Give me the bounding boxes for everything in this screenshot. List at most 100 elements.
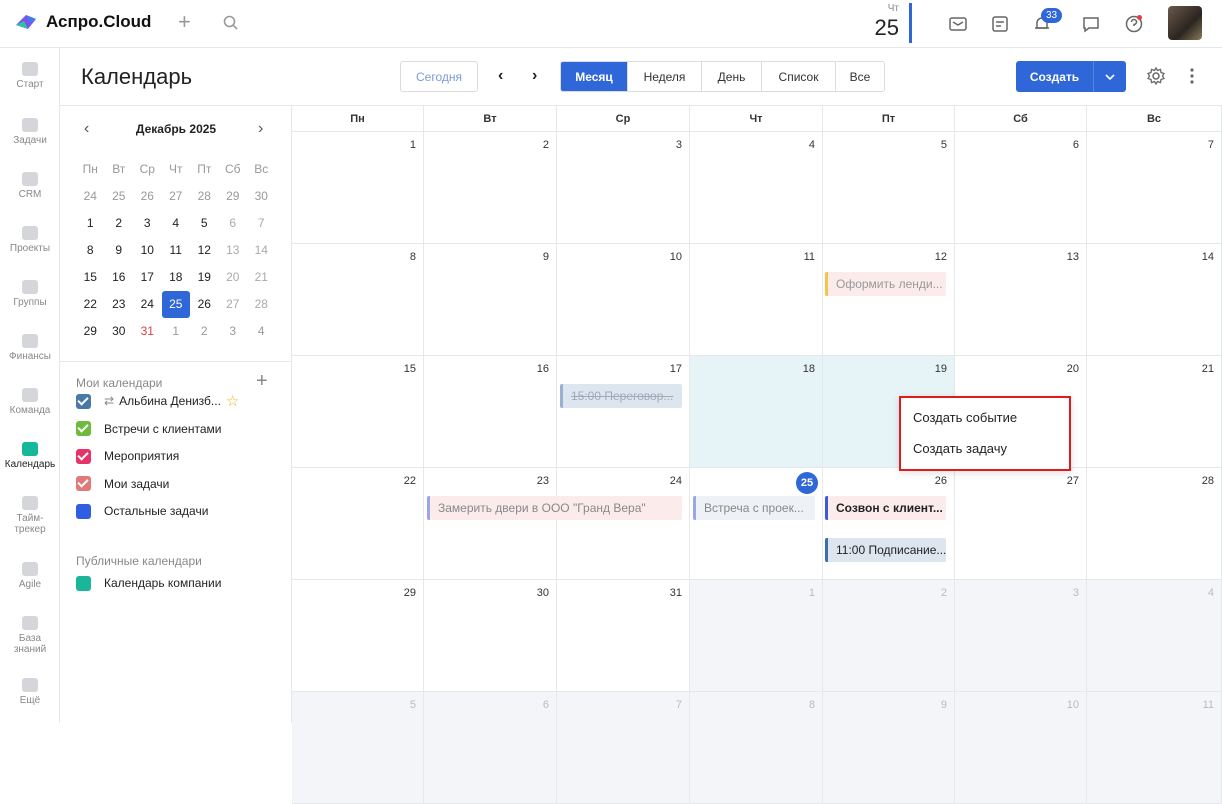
day-cell[interactable]: 11 <box>1087 692 1222 804</box>
user-avatar[interactable] <box>1168 6 1202 40</box>
day-cell[interactable]: 14 <box>1087 244 1222 356</box>
notes-icon[interactable] <box>990 14 1010 34</box>
calendar-event[interactable]: Встреча с проек... <box>693 496 815 520</box>
day-cell[interactable]: 3 <box>955 580 1087 692</box>
mini-day[interactable]: 19 <box>190 264 219 291</box>
nav-projects[interactable]: Проекты <box>0 226 60 254</box>
mini-next-icon[interactable]: › <box>258 120 263 138</box>
day-cell[interactable]: 2 <box>823 580 955 692</box>
view-month-button[interactable]: Месяц <box>561 62 628 91</box>
day-cell[interactable]: 28 <box>1087 468 1222 580</box>
nav-groups[interactable]: Группы <box>0 280 60 308</box>
calendar-item[interactable]: Мои задачи <box>76 475 169 493</box>
day-cell[interactable]: 12 <box>823 244 955 356</box>
create-task-item[interactable]: Создать задачу <box>913 441 1007 456</box>
calendar-item[interactable]: Календарь компании <box>76 574 221 592</box>
mini-day[interactable]: 27 <box>162 183 191 210</box>
nav-finance[interactable]: Финансы <box>0 334 60 362</box>
mini-day[interactable]: 3 <box>133 210 162 237</box>
star-icon[interactable]: ☆ <box>226 392 239 410</box>
today-button[interactable]: Сегодня <box>400 61 478 92</box>
mini-day[interactable]: 31 <box>133 318 162 345</box>
mini-day[interactable]: 2 <box>105 210 134 237</box>
mini-day[interactable]: 9 <box>105 237 134 264</box>
nav-knowledge[interactable]: База знаний <box>0 616 60 655</box>
day-cell[interactable]: 10 <box>557 244 690 356</box>
day-cell[interactable]: 6 <box>955 132 1087 244</box>
mini-day[interactable]: 25 <box>105 183 134 210</box>
nav-timetracker[interactable]: Тайм-трекер <box>0 496 60 535</box>
nav-team[interactable]: Команда <box>0 388 60 416</box>
app-logo[interactable]: Аспро.Cloud <box>14 12 151 32</box>
day-cell[interactable]: 16 <box>424 356 557 468</box>
day-cell[interactable]: 17 <box>557 356 690 468</box>
nav-calendar[interactable]: Календарь <box>0 442 60 470</box>
day-cell[interactable]: 23 <box>424 468 557 580</box>
nav-start[interactable]: Старт <box>0 62 60 90</box>
calendar-checkbox[interactable] <box>76 575 91 591</box>
day-cell[interactable]: 1 <box>690 580 823 692</box>
day-cell[interactable]: 1 <box>292 132 424 244</box>
nav-more[interactable]: Ещё <box>0 678 60 706</box>
mini-day[interactable]: 26 <box>190 291 219 318</box>
day-cell[interactable]: 4 <box>1087 580 1222 692</box>
calendar-event[interactable]: Оформить ленди... <box>825 272 946 296</box>
day-cell[interactable]: 7 <box>1087 132 1222 244</box>
mini-day[interactable]: 29 <box>219 183 248 210</box>
day-cell[interactable]: 31 <box>557 580 690 692</box>
prev-month-icon[interactable]: ‹ <box>498 67 503 85</box>
mini-day[interactable]: 15 <box>76 264 105 291</box>
next-month-icon[interactable]: › <box>532 67 537 85</box>
mini-day[interactable]: 24 <box>133 291 162 318</box>
mini-day[interactable]: 12 <box>190 237 219 264</box>
day-cell[interactable]: 30 <box>424 580 557 692</box>
mini-day[interactable]: 28 <box>190 183 219 210</box>
mini-day[interactable]: 27 <box>219 291 248 318</box>
day-cell[interactable]: 2 <box>424 132 557 244</box>
calendar-event[interactable]: 15:00 Переговор... <box>560 384 682 408</box>
create-event-item[interactable]: Создать событие <box>913 410 1017 425</box>
day-cell[interactable]: 9 <box>823 692 955 804</box>
mini-day[interactable]: 6 <box>219 210 248 237</box>
day-cell[interactable]: 4 <box>690 132 823 244</box>
mini-day[interactable]: 26 <box>133 183 162 210</box>
calendar-event[interactable]: 11:00 Подписание... <box>825 538 946 562</box>
create-button[interactable]: Создать <box>1016 61 1126 92</box>
view-week-button[interactable]: Неделя <box>628 62 702 91</box>
mini-day[interactable]: 2 <box>190 318 219 345</box>
day-cell[interactable]: 10 <box>955 692 1087 804</box>
day-cell[interactable]: 27 <box>955 468 1087 580</box>
mini-day[interactable]: 11 <box>162 237 191 264</box>
calendar-checkbox[interactable] <box>76 476 91 491</box>
nav-agile[interactable]: Agile <box>0 562 60 590</box>
day-cell[interactable]: 11 <box>690 244 823 356</box>
chat-icon[interactable] <box>1081 14 1101 34</box>
calendar-checkbox[interactable] <box>76 503 91 519</box>
day-cell[interactable]: 13 <box>955 244 1087 356</box>
mini-day[interactable]: 18 <box>162 264 191 291</box>
nav-tasks[interactable]: Задачи <box>0 118 60 146</box>
mini-day[interactable]: 3 <box>219 318 248 345</box>
create-label[interactable]: Создать <box>1016 61 1094 92</box>
day-cell[interactable]: 26 <box>823 468 955 580</box>
day-cell[interactable]: 24 <box>557 468 690 580</box>
mini-day[interactable]: 8 <box>76 237 105 264</box>
view-list-button[interactable]: Список <box>762 62 836 91</box>
calendar-event[interactable]: Замерить двери в ООО "Гранд Вера" <box>427 496 682 520</box>
mini-day[interactable]: 1 <box>162 318 191 345</box>
add-icon[interactable]: + <box>178 10 191 34</box>
day-cell[interactable]: 25 <box>690 468 823 580</box>
day-cell[interactable]: 5 <box>823 132 955 244</box>
calendar-item[interactable]: Остальные задачи <box>76 502 208 520</box>
mini-day[interactable]: 30 <box>247 183 276 210</box>
calendar-item[interactable]: Встречи с клиентами <box>76 420 221 438</box>
mini-day[interactable]: 4 <box>162 210 191 237</box>
day-cell[interactable]: 6 <box>424 692 557 804</box>
view-all-button[interactable]: Все <box>836 62 884 91</box>
day-cell[interactable]: 9 <box>424 244 557 356</box>
mini-day[interactable]: 17 <box>133 264 162 291</box>
mini-day[interactable]: 29 <box>76 318 105 345</box>
day-cell[interactable]: 8 <box>690 692 823 804</box>
mini-day[interactable]: 14 <box>247 237 276 264</box>
mail-icon[interactable] <box>948 14 968 34</box>
